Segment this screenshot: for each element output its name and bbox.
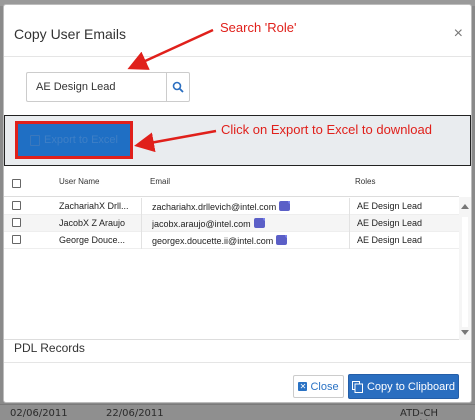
cell-user-name: George Douce... xyxy=(59,235,126,245)
teams-icon[interactable] xyxy=(253,218,265,228)
close-button[interactable]: ✕ Close xyxy=(293,375,344,398)
excel-icon xyxy=(30,134,40,146)
scroll-up-arrow-icon[interactable] xyxy=(461,204,469,209)
table-row[interactable]: George Douce... georgex.doucette.ii@inte… xyxy=(4,232,459,249)
close-button-label: Close xyxy=(310,380,339,393)
close-icon[interactable]: × xyxy=(454,25,463,43)
cell-role: AE Design Lead xyxy=(357,201,423,211)
background-status: ATD-CH Working xyxy=(400,408,441,420)
pdl-records-heading: PDL Records xyxy=(14,341,85,355)
copy-user-emails-dialog: Copy User Emails × Export to Excel User … xyxy=(3,4,472,403)
copy-to-clipboard-label: Copy to Clipboard xyxy=(366,380,456,393)
close-x-icon: ✕ xyxy=(298,382,308,391)
dialog-title: Copy User Emails xyxy=(14,26,127,42)
column-header-email[interactable]: Email xyxy=(150,177,170,186)
background-date-1: 02/06/2011 xyxy=(10,408,68,419)
background-date-2: 22/06/2011 xyxy=(106,408,164,419)
row-checkbox[interactable] xyxy=(12,218,21,227)
table-row[interactable]: JacobX Z Araujo jacobx.araujo@intel.com … xyxy=(4,215,459,232)
footer-divider xyxy=(4,362,471,363)
search-input[interactable] xyxy=(26,72,166,102)
copy-to-clipboard-button[interactable]: Copy to Clipboard xyxy=(348,374,459,399)
column-header-roles[interactable]: Roles xyxy=(355,177,375,186)
annotation-search-role: Search 'Role' xyxy=(220,20,297,35)
row-checkbox[interactable] xyxy=(12,235,21,244)
cell-user-name: ZachariahX Drll... xyxy=(59,201,129,211)
select-all-checkbox[interactable] xyxy=(12,179,21,188)
column-header-user-name[interactable]: User Name xyxy=(59,177,99,186)
cell-role: AE Design Lead xyxy=(357,235,423,245)
cell-email: georgex.doucette.ii@intel.com xyxy=(152,235,288,246)
cell-role: AE Design Lead xyxy=(357,218,423,228)
cell-email: jacobx.araujo@intel.com xyxy=(152,218,265,229)
table-header: User Name Email Roles xyxy=(4,167,459,197)
row-checkbox[interactable] xyxy=(12,201,21,210)
scroll-thumb[interactable] xyxy=(462,217,468,327)
table-scrollbar[interactable] xyxy=(459,197,471,340)
teams-icon[interactable] xyxy=(279,201,291,211)
export-to-excel-label: Export to Excel xyxy=(44,134,118,146)
annotation-export-to-excel: Click on Export to Excel to download xyxy=(221,122,432,137)
background-table-row: 02/06/2011 22/06/2011 ATD-CH Working xyxy=(0,404,475,420)
table-row[interactable]: ZachariahX Drll... zachariahx.drllevich@… xyxy=(4,198,459,215)
scroll-down-arrow-icon[interactable] xyxy=(461,330,469,335)
export-to-excel-button[interactable]: Export to Excel xyxy=(15,121,133,159)
cell-email: zachariahx.drllevich@intel.com xyxy=(152,201,291,212)
search-icon xyxy=(172,81,184,93)
users-table: User Name Email Roles ZachariahX Drll...… xyxy=(4,167,471,340)
search-button[interactable] xyxy=(166,72,190,102)
cell-user-name: JacobX Z Araujo xyxy=(59,218,126,228)
search-bar xyxy=(26,72,190,102)
copy-icon xyxy=(351,380,363,393)
teams-icon[interactable] xyxy=(276,235,288,245)
